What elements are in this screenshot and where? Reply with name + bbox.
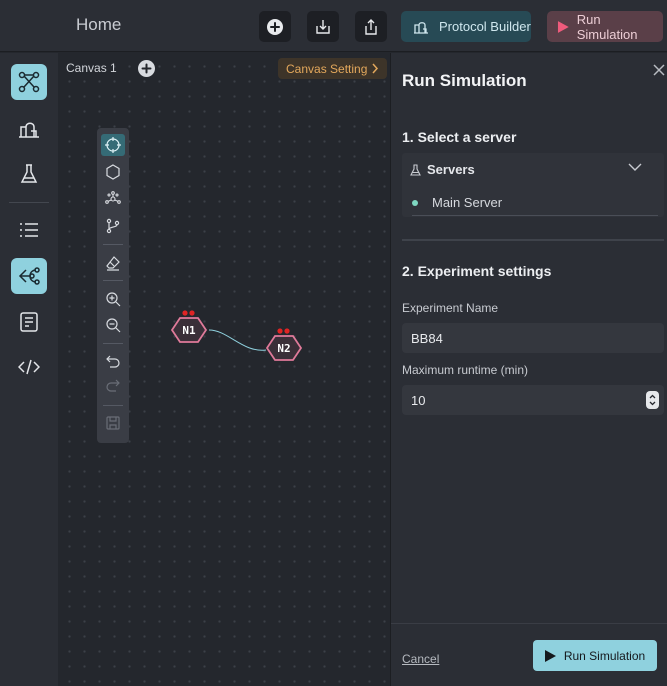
node-label: N1 <box>182 324 196 337</box>
server-select[interactable]: Servers Main Server <box>402 153 664 217</box>
server-option-main[interactable]: Main Server <box>412 195 502 210</box>
plus-circle-icon <box>267 18 283 35</box>
sidebar <box>0 53 58 686</box>
download-tray-icon <box>316 19 330 34</box>
run-simulation-panel: Run Simulation 1. Select a server Server… <box>390 53 667 686</box>
max-runtime-input[interactable]: 10 <box>402 385 664 415</box>
run-simulation-top-label: Run Simulation <box>576 11 638 42</box>
cancel-link[interactable]: Cancel <box>402 652 439 666</box>
runtime-stepper[interactable] <box>646 391 659 409</box>
link-line[interactable] <box>58 53 390 686</box>
play-icon <box>544 649 556 662</box>
import-button[interactable] <box>307 11 339 42</box>
sidebar-item-list[interactable] <box>11 212 47 248</box>
status-dot <box>412 199 418 206</box>
add-button[interactable] <box>259 11 291 42</box>
protocol-builder-label: Protocol Builder <box>439 19 531 34</box>
sidebar-item-protocol[interactable] <box>11 111 47 147</box>
sidebar-item-tree[interactable] <box>11 258 47 294</box>
canvas-area[interactable]: Canvas 1 Canvas Setting N1 N2 <box>58 53 390 686</box>
experiment-name-value: BB84 <box>411 330 443 346</box>
panel-footer: Cancel Run Simulation <box>391 623 667 686</box>
document-icon <box>20 312 38 332</box>
servers-label: Servers <box>427 162 475 177</box>
server-name: Main Server <box>432 195 503 210</box>
section-title: 2. Experiment settings <box>402 263 552 279</box>
node-n2[interactable]: N2 <box>264 328 304 366</box>
flask-icon <box>20 164 38 183</box>
panel-title: Run Simulation <box>402 71 527 90</box>
run-simulation-label: Run Simulation <box>563 648 646 663</box>
close-icon <box>653 64 665 76</box>
protocol-builder-button[interactable]: Protocol Builder <box>401 11 531 42</box>
chevron-down-icon[interactable] <box>628 163 642 171</box>
topology-icon <box>18 71 40 93</box>
stepper-arrows-icon <box>649 394 656 406</box>
protocol-icon <box>414 21 428 34</box>
node-label: N2 <box>277 342 291 355</box>
experiment-name-input[interactable]: BB84 <box>402 323 664 353</box>
protocol-icon <box>19 122 39 138</box>
play-icon <box>557 20 569 33</box>
top-bar: Home Protocol Builder Run Simulation <box>0 0 667 52</box>
sidebar-item-code[interactable] <box>11 349 47 385</box>
experiment-name-label: Experiment Name <box>402 301 499 315</box>
sidebar-divider <box>9 202 49 203</box>
node-n1[interactable]: N1 <box>169 310 209 348</box>
section-divider <box>402 239 664 241</box>
server-divider <box>412 215 658 216</box>
tree-icon <box>18 267 40 285</box>
max-runtime-label: Maximum runtime (min) <box>402 363 529 377</box>
sidebar-item-topology[interactable] <box>11 64 47 100</box>
sidebar-item-document[interactable] <box>11 304 47 340</box>
close-button[interactable] <box>653 63 665 81</box>
list-icon <box>20 223 38 237</box>
max-runtime-value: 10 <box>411 392 426 408</box>
run-simulation-top-button[interactable]: Run Simulation <box>547 11 663 42</box>
page-title: Home <box>76 15 122 34</box>
code-icon <box>18 359 40 375</box>
run-simulation-button[interactable]: Run Simulation <box>533 640 657 671</box>
flask-icon <box>410 163 421 176</box>
sidebar-item-experiment[interactable] <box>11 156 47 192</box>
export-button[interactable] <box>355 11 387 42</box>
share-icon <box>365 18 377 35</box>
servers-header[interactable]: Servers <box>410 162 475 177</box>
section-title: 1. Select a server <box>402 129 517 145</box>
